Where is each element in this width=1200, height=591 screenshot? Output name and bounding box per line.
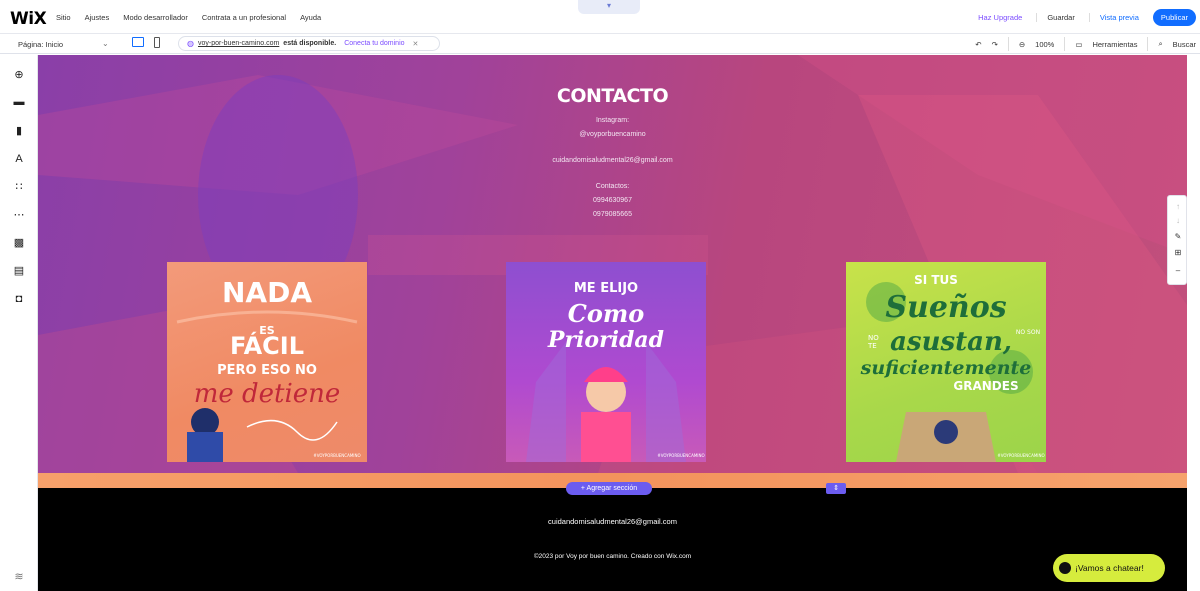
phone-2: 0979085665 (593, 211, 632, 218)
card1-line3: FÁCIL (230, 331, 304, 360)
search-button[interactable]: Buscar (1173, 40, 1196, 49)
footer-copyright: ©2023 por Voy por buen camino. Creado co… (533, 553, 692, 560)
suenos-artwork: SI TUS Sueños NO TE asustan, NO SON sufi… (860, 273, 1045, 462)
card3-line2: Sueños (885, 290, 1006, 325)
top-menu: Sitio Ajustes Modo desarrollador Contrat… (56, 13, 321, 22)
card3-line8: GRANDES (953, 379, 1018, 393)
card3-line7: suficientemente (860, 357, 1032, 379)
page-selector[interactable]: Página: Inicio (18, 40, 63, 49)
card3-line4: TE (867, 342, 877, 350)
media-icon[interactable]: ▩ (13, 237, 25, 249)
minus-icon[interactable]: – (1172, 266, 1184, 275)
menu-item-sitio[interactable]: Sitio (56, 13, 71, 22)
theme-icon[interactable]: A (13, 153, 25, 165)
contact-section[interactable]: CONTACTO Instagram: @voyporbuencamino cu… (38, 55, 1187, 473)
section-handle[interactable]: ⇕ (826, 483, 846, 494)
tools-button[interactable]: Herramientas (1092, 40, 1137, 49)
upgrade-link[interactable]: Haz Upgrade (978, 13, 1022, 22)
contacts-label: Contactos: (595, 183, 630, 190)
close-icon[interactable]: ✕ (413, 40, 419, 48)
desktop-view-icon[interactable] (132, 37, 144, 47)
business-icon[interactable]: ⋯ (13, 209, 25, 221)
zoom-level[interactable]: 100% (1035, 40, 1054, 49)
wix-logo[interactable]: WiX (10, 9, 47, 29)
card1-line5: me detiene (194, 379, 341, 409)
card2-line2: Como (568, 299, 645, 328)
domain-url[interactable]: voy-por-buen-camino.com (198, 40, 279, 47)
menu-item-ayuda[interactable]: Ayuda (300, 13, 321, 22)
grid-icon[interactable]: ⊞ (1172, 248, 1184, 257)
publish-button[interactable]: Publicar (1152, 8, 1196, 26)
add-elements-icon[interactable]: ⊕ (13, 69, 25, 81)
contact-title[interactable]: CONTACTO (38, 85, 1187, 107)
card2-line1: ME ELIJO (574, 281, 638, 296)
chat-label: ¡Vamos a chatear! (1075, 563, 1144, 573)
chat-bubble-icon (1059, 562, 1071, 574)
card1-line4: PERO ESO NO (217, 363, 317, 378)
menu-item-hire[interactable]: Contrata a un profesional (202, 13, 286, 22)
apps-icon[interactable]: ∷ (13, 181, 25, 193)
card3-tag: #VOYPORBUENCAMINO (997, 453, 1044, 458)
mobile-view-icon[interactable] (154, 37, 160, 48)
redo-icon[interactable]: ↷ (992, 40, 998, 49)
card3-line3: NO (868, 334, 879, 342)
add-section-button[interactable]: + Agregar sección (566, 482, 652, 495)
my-business-icon[interactable]: ◘ (13, 293, 25, 305)
editor-top-bar: WiX Sitio Ajustes Modo desarrollador Con… (0, 0, 1200, 34)
instagram-label: Instagram: (595, 117, 630, 124)
divider (1007, 37, 1009, 51)
tools-icon[interactable]: ▭ (1075, 40, 1082, 49)
footer-email: cuidandomisaludmental26@gmail.com (548, 517, 677, 526)
arrow-down-icon[interactable]: ↓ (1172, 216, 1184, 225)
domain-notice: ◍ voy-por-buen-camino.com está disponibl… (178, 36, 440, 51)
chevron-down-icon[interactable]: ⌄ (102, 39, 109, 48)
card2-line3: Prioridad (547, 327, 664, 353)
editor-sub-bar: Página: Inicio ⌄ ◍ voy-por-buen-camino.c… (0, 34, 1200, 54)
globe-icon: ◍ (187, 39, 194, 48)
chat-button[interactable]: ¡Vamos a chatear! (1053, 554, 1165, 582)
card1-line1: NADA (222, 276, 312, 309)
right-scroll-area[interactable] (1187, 55, 1200, 591)
card3-line6: NO SON (1016, 329, 1040, 336)
top-right-actions: Haz Upgrade Guardar Vista previa Publica… (978, 0, 1200, 34)
image-card-como-prioridad[interactable]: ME ELIJO Como Prioridad #VOYPORBUENCAMIN… (506, 262, 706, 462)
floating-tools-panel: ↑ ↓ ✎ ⊞ – (1167, 195, 1187, 285)
connect-domain-link[interactable]: Conecta tu dominio (344, 40, 404, 47)
divider (1064, 37, 1066, 51)
image-card-nada-facil[interactable]: NADA ES FÁCIL PERO ESO NO me detiene #VO… (167, 262, 367, 462)
pencil-icon[interactable]: ✎ (1172, 232, 1184, 241)
card3-line1: SI TUS (914, 273, 958, 287)
zoom-icon[interactable]: ⊖ (1019, 40, 1025, 49)
contact-email: cuidandomisaludmental26@gmail.com (552, 157, 673, 164)
site-footer[interactable]: cuidandomisaludmental26@gmail.com ©2023 … (38, 488, 1187, 591)
menu-item-ajustes[interactable]: Ajustes (85, 13, 110, 22)
divider (1147, 37, 1149, 51)
add-panel-sidebar: ⊕ ▬ ▮ A ∷ ⋯ ▩ ▤ ◘ ≋ (0, 55, 38, 591)
save-button[interactable]: Guardar (1036, 12, 1075, 22)
sub-bar-right: ↶ ↷ ⊖ 100% ▭ Herramientas ⌕ Buscar (975, 34, 1200, 54)
phone-1: 0994630967 (593, 197, 632, 204)
site-canvas: CONTACTO Instagram: @voyporbuencamino cu… (38, 55, 1187, 591)
card1-tag: #VOYPORBUENCAMINO (313, 453, 360, 458)
menu-item-dev-mode[interactable]: Modo desarrollador (123, 13, 188, 22)
instagram-handle: @voyporbuencamino (579, 131, 646, 138)
image-card-suenos[interactable]: SI TUS Sueños NO TE asustan, NO SON sufi… (846, 262, 1046, 462)
preview-button[interactable]: Vista previa (1088, 12, 1139, 22)
layers-icon[interactable]: ≋ (13, 571, 25, 583)
arrow-up-icon[interactable]: ↑ (1172, 202, 1184, 211)
cms-icon[interactable]: ▤ (13, 265, 25, 277)
card3-line5: asustan, (890, 327, 1012, 357)
domain-status: está disponible. (283, 40, 337, 47)
nada-facil-artwork: NADA ES FÁCIL PERO ESO NO me detiene #VO… (176, 276, 361, 462)
pages-icon[interactable]: ▮ (13, 125, 25, 137)
search-icon[interactable]: ⌕ (1158, 39, 1162, 49)
collapse-toolbar-tab[interactable]: ▾ (578, 0, 640, 14)
como-prioridad-artwork: ME ELIJO Como Prioridad #VOYPORBUENCAMIN… (526, 281, 705, 462)
sections-icon[interactable]: ▬ (13, 96, 25, 108)
card2-tag: #VOYPORBUENCAMINO (657, 453, 704, 458)
undo-icon[interactable]: ↶ (975, 40, 981, 49)
